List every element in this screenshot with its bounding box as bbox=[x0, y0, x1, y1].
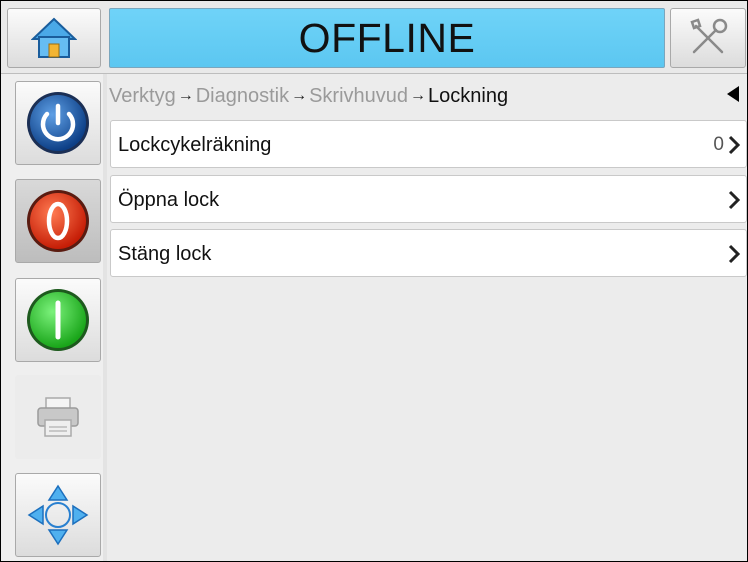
start-icon bbox=[27, 289, 89, 351]
breadcrumb-current: Lockning bbox=[428, 84, 509, 107]
printer-status: OFFLINE bbox=[109, 8, 665, 68]
back-arrow-icon[interactable] bbox=[727, 86, 739, 102]
power-icon bbox=[27, 92, 89, 154]
top-bar: OFFLINE bbox=[1, 1, 747, 74]
menu-item-label: Lockcykelräkning bbox=[118, 134, 272, 156]
menu-item-value: 0 bbox=[713, 134, 724, 155]
power-button[interactable] bbox=[15, 81, 101, 165]
chevron-right-icon bbox=[728, 244, 741, 264]
home-icon bbox=[31, 17, 77, 58]
tools-icon bbox=[690, 18, 728, 54]
chevron-right-icon bbox=[728, 135, 741, 155]
menu-item-lock-cycle-count[interactable]: Lockcykelräkning 0 bbox=[110, 120, 747, 168]
breadcrumb-arrow-icon: → bbox=[291, 87, 308, 104]
tools-button[interactable] bbox=[670, 8, 746, 68]
app-window: OFFLINE Verktyg → Diagnostik → Skrivhuvu… bbox=[0, 0, 748, 562]
navigation-arrows-icon bbox=[27, 484, 89, 546]
breadcrumb-item-diagnostik[interactable]: Diagnostik bbox=[196, 85, 289, 108]
start-button[interactable] bbox=[15, 278, 101, 362]
breadcrumb-item-verktyg[interactable]: Verktyg bbox=[109, 85, 176, 108]
printer-icon bbox=[37, 397, 79, 437]
stop-icon bbox=[27, 190, 89, 252]
menu-item-label: Öppna lock bbox=[118, 189, 220, 211]
stop-button[interactable] bbox=[15, 179, 101, 263]
breadcrumb-item-skrivhuvud[interactable]: Skrivhuvud bbox=[309, 85, 408, 108]
breadcrumb-arrow-icon: → bbox=[177, 87, 194, 104]
breadcrumb: Verktyg → Diagnostik → Skrivhuvud → Lock… bbox=[109, 82, 745, 110]
breadcrumb-arrow-icon: → bbox=[410, 87, 427, 104]
menu-item-close-cap[interactable]: Stäng lock bbox=[110, 229, 747, 277]
menu-item-label: Stäng lock bbox=[118, 243, 212, 265]
navigation-button[interactable] bbox=[15, 473, 101, 557]
main-panel: Verktyg → Diagnostik → Skrivhuvud → Lock… bbox=[107, 74, 747, 561]
print-button[interactable] bbox=[15, 375, 101, 459]
home-button[interactable] bbox=[7, 8, 101, 68]
menu-item-open-cap[interactable]: Öppna lock bbox=[110, 175, 747, 223]
chevron-right-icon bbox=[728, 190, 741, 210]
